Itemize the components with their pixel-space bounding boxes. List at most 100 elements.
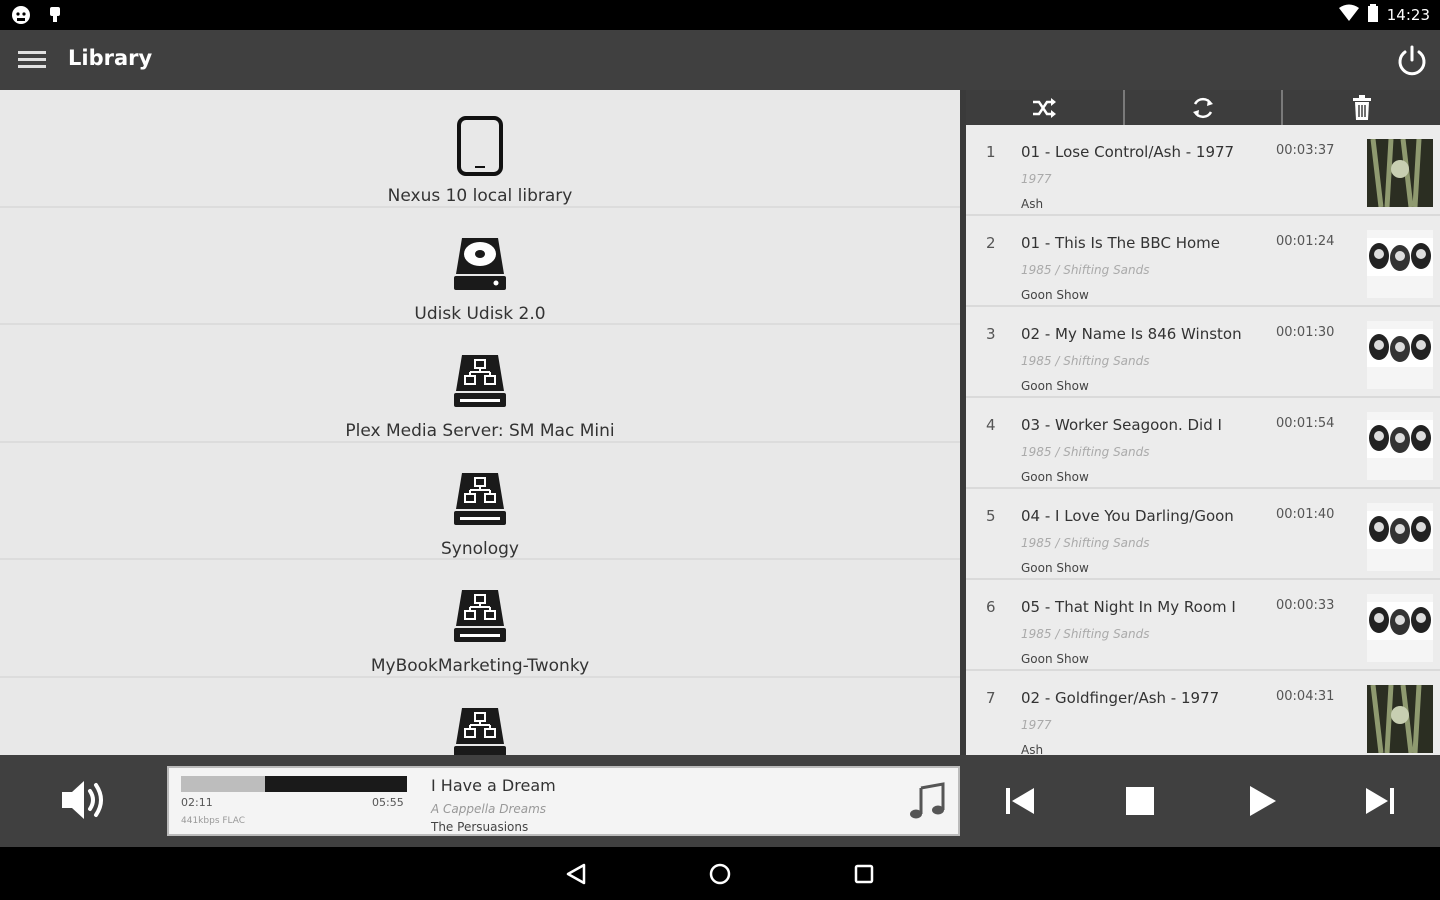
album-art: [1367, 412, 1433, 480]
track-duration: 00:03:37: [1276, 143, 1335, 158]
queue-track[interactable]: 7 02 - Goldfinger/Ash - 1977 00:04:31 19…: [966, 671, 1440, 755]
navigation-bar: [0, 847, 1440, 900]
track-title: 03 - Worker Seagoon. Did I: [1021, 416, 1222, 434]
track-number: 1: [986, 143, 996, 161]
now-playing-title: I Have a Dream: [431, 776, 556, 795]
track-album: 1977: [1021, 718, 1052, 732]
track-artist: Goon Show: [1021, 470, 1089, 484]
library-item-udisk[interactable]: Udisk Udisk 2.0: [0, 208, 960, 325]
music-note-icon: [907, 782, 947, 822]
track-album: 1977: [1021, 172, 1052, 186]
library-item-label: MyBookMarketing-Twonky: [370, 656, 590, 676]
track-title: 02 - My Name Is 846 Winston: [1021, 325, 1242, 343]
queue-track[interactable]: 3 02 - My Name Is 846 Winston 00:01:30 1…: [966, 307, 1440, 398]
recents-icon[interactable]: [850, 860, 878, 888]
shuffle-icon[interactable]: [966, 90, 1125, 125]
previous-icon[interactable]: [1000, 781, 1040, 821]
home-icon[interactable]: [706, 860, 734, 888]
library-item-synology[interactable]: Synology: [0, 443, 960, 560]
track-artist: Ash: [1021, 197, 1044, 211]
track-album: 1985 / Shifting Sands: [1021, 627, 1150, 641]
queue-track[interactable]: 5 04 - I Love You Darling/Goon 00:01:40 …: [966, 489, 1440, 580]
track-title: 01 - This Is The BBC Home: [1021, 234, 1220, 252]
play-queue: 1 01 - Lose Control/Ash - 1977 00:03:37 …: [966, 90, 1440, 755]
track-title: 05 - That Night In My Room I: [1021, 598, 1236, 616]
track-title: 04 - I Love You Darling/Goon: [1021, 507, 1234, 525]
album-art: [1367, 138, 1433, 208]
android-debug-icon: [10, 4, 32, 26]
back-icon[interactable]: [562, 860, 590, 888]
library-item-twonky[interactable]: MyBookMarketing-Twonky: [0, 560, 960, 678]
queue-toolbar: [966, 90, 1440, 125]
track-album: 1985 / Shifting Sands: [1021, 536, 1150, 550]
track-artist: Goon Show: [1021, 561, 1089, 575]
track-duration: 00:01:30: [1276, 325, 1335, 340]
now-playing-artist: The Persuasions: [431, 820, 529, 834]
notification-icon: [44, 4, 66, 26]
track-duration: 00:01:24: [1276, 234, 1335, 249]
network-server-icon: [450, 349, 510, 413]
power-icon[interactable]: [1394, 42, 1430, 78]
track-title: 02 - Goldfinger/Ash - 1977: [1021, 689, 1220, 707]
track-album: 1985 / Shifting Sands: [1021, 354, 1150, 368]
now-playing-album: A Cappella Dreams: [431, 802, 547, 816]
track-duration: 00:00:33: [1276, 598, 1335, 613]
repeat-icon[interactable]: [1124, 90, 1284, 125]
library-item-label: Plex Media Server: SM Mac Mini: [345, 421, 615, 441]
track-artist: Goon Show: [1021, 379, 1089, 393]
progress-fill: [181, 776, 265, 792]
library-item-label: Udisk Udisk 2.0: [414, 303, 546, 324]
hamburger-icon[interactable]: [18, 48, 46, 72]
track-number: 6: [986, 598, 996, 616]
track-artist: Goon Show: [1021, 652, 1089, 666]
queue-track[interactable]: 4 03 - Worker Seagoon. Did I 00:01:54 19…: [966, 398, 1440, 489]
total-time: 05:55: [372, 796, 404, 809]
stop-icon[interactable]: [1120, 781, 1160, 821]
library-item-label: Nexus 10 local library: [387, 186, 573, 206]
album-art: [1367, 594, 1433, 662]
track-number: 4: [986, 416, 996, 434]
album-art: [1367, 321, 1433, 389]
track-album: 1985 / Shifting Sands: [1021, 263, 1150, 277]
track-album: 1985 / Shifting Sands: [1021, 445, 1150, 459]
battery-icon: [1367, 4, 1379, 26]
track-number: 5: [986, 507, 996, 525]
library-item-server[interactable]: [0, 678, 960, 755]
library-item-nexus[interactable]: Nexus 10 local library: [0, 90, 960, 208]
network-server-icon: [450, 702, 510, 755]
track-duration: 00:04:31: [1276, 689, 1335, 704]
progress-bar[interactable]: [181, 776, 407, 792]
library-list: Nexus 10 local library Udisk Udisk 2.0 P…: [0, 90, 960, 755]
player-bar: 02:11 05:55 441kbps FLAC I Have a Dream …: [0, 755, 1440, 847]
library-item-plex[interactable]: Plex Media Server: SM Mac Mini: [0, 325, 960, 443]
track-number: 2: [986, 234, 996, 252]
page-title: Library: [68, 46, 153, 70]
album-art: [1367, 230, 1433, 298]
volume-icon[interactable]: [60, 777, 110, 823]
album-art: [1367, 684, 1433, 754]
clock: 14:23: [1386, 6, 1430, 24]
track-duration: 00:01:54: [1276, 416, 1335, 431]
queue-track[interactable]: 6 05 - That Night In My Room I 00:00:33 …: [966, 580, 1440, 671]
library-item-label: Synology: [440, 538, 519, 559]
play-icon[interactable]: [1242, 781, 1282, 821]
track-number: 7: [986, 689, 996, 707]
trash-icon[interactable]: [1283, 90, 1440, 125]
track-artist: Ash: [1021, 743, 1044, 755]
queue-track[interactable]: 1 01 - Lose Control/Ash - 1977 00:03:37 …: [966, 125, 1440, 216]
network-server-icon: [450, 467, 510, 531]
elapsed-time: 02:11: [181, 796, 213, 809]
album-art: [1367, 503, 1433, 571]
track-duration: 00:01:40: [1276, 507, 1335, 522]
status-bar: 14:23: [0, 0, 1440, 30]
queue-track[interactable]: 2 01 - This Is The BBC Home 00:01:24 198…: [966, 216, 1440, 307]
network-server-icon: [450, 584, 510, 648]
tablet-icon: [450, 114, 510, 178]
disk-drive-icon: [450, 232, 510, 296]
audio-format: 441kbps FLAC: [181, 816, 246, 826]
now-playing-panel[interactable]: 02:11 05:55 441kbps FLAC I Have a Dream …: [167, 766, 960, 836]
next-icon[interactable]: [1360, 781, 1400, 821]
app-bar: Library: [0, 30, 1440, 90]
wifi-icon: [1338, 4, 1359, 26]
track-number: 3: [986, 325, 996, 343]
